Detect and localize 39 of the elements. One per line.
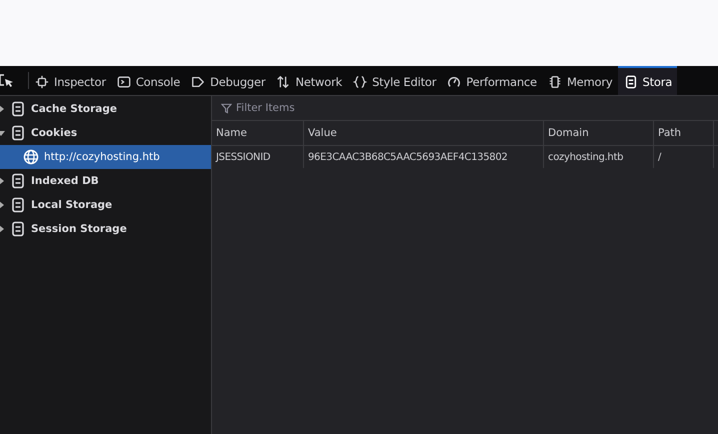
table-cell-text: JSESSIONID (214, 150, 272, 164)
braces-icon (353, 74, 368, 88)
storage-icon (10, 173, 26, 189)
gauge-icon (447, 74, 462, 88)
globe-icon (23, 149, 39, 165)
table-cell: 96E3CAAC3B68C5AAC5693AEF4C135802 (303, 146, 543, 168)
column-header[interactable]: Name (212, 121, 303, 146)
column-header[interactable]: Value (303, 121, 543, 146)
tree-item[interactable]: Session Storage (0, 217, 211, 241)
tree-item[interactable]: Indexed DB (0, 169, 211, 193)
filter-icon (221, 102, 232, 114)
devtools-tab[interactable]: Performance (441, 66, 542, 95)
column-header[interactable]: Path (653, 121, 713, 146)
console-icon (116, 74, 131, 88)
tree-item[interactable]: Cache Storage (0, 97, 211, 121)
tree-item[interactable]: http://cozyhosting.htb (0, 145, 211, 169)
devtools-tab[interactable]: Stora (618, 66, 678, 95)
table-cell: cozyhosting.htb (543, 146, 653, 168)
storage-icon (10, 221, 26, 237)
devtools-tab[interactable]: Inspector (29, 66, 111, 95)
storage-icon (10, 125, 26, 141)
storage-icon (10, 101, 26, 117)
devtools-tab[interactable]: Network (270, 66, 348, 95)
devtools-tab[interactable]: Console (110, 66, 186, 95)
filter-field[interactable]: Filter Items (236, 102, 436, 114)
storage-icon (10, 197, 26, 213)
table-cell: / (653, 146, 713, 168)
devtools-tab[interactable]: Style Editor (347, 66, 442, 95)
storage-icon (624, 74, 638, 88)
inspector-icon (35, 74, 49, 88)
network-icon (276, 74, 290, 88)
debugger-icon (191, 74, 206, 88)
column-header[interactable]: Domain (543, 121, 653, 146)
tree-item[interactable]: Local Storage (0, 193, 211, 217)
element-picker-icon[interactable] (0, 72, 14, 88)
devtools-tab[interactable]: Memory (542, 66, 618, 95)
tree-item[interactable]: Cookies (0, 121, 211, 145)
chip-icon (548, 74, 562, 88)
devtools-tab[interactable]: Debugger (185, 66, 270, 95)
